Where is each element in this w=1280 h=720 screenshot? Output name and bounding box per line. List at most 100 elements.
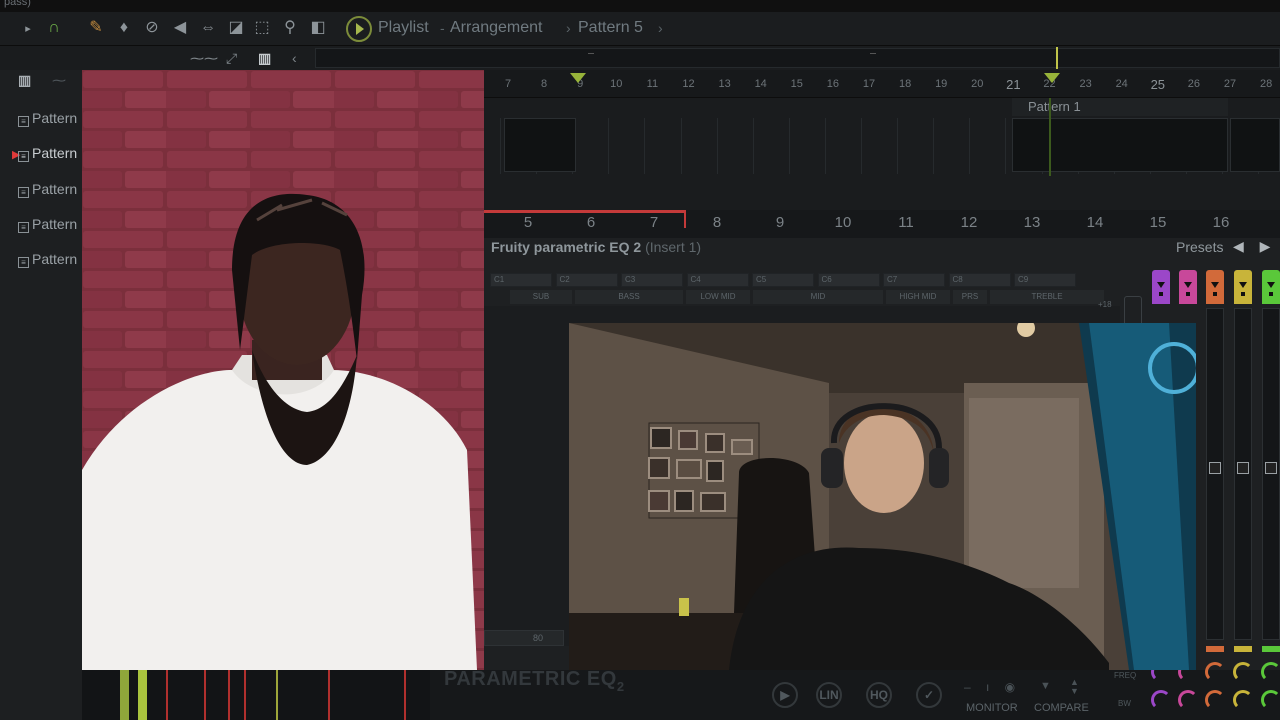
band-type-selector[interactable] (1234, 270, 1252, 304)
playback-icon[interactable]: ◧ (308, 17, 328, 39)
band-header[interactable]: C6 (817, 273, 880, 287)
band-type-selector[interactable] (1206, 270, 1224, 304)
mixer-insert-number[interactable]: 10 (828, 214, 858, 231)
band-type-selector[interactable] (1179, 270, 1197, 304)
slice-icon[interactable]: ◪ (226, 17, 246, 39)
band-header[interactable]: C8 (948, 273, 1011, 287)
bar-number: 25 (1150, 77, 1166, 92)
band-type-selector[interactable] (1262, 270, 1280, 304)
mixer-insert-number[interactable]: 13 (1017, 214, 1047, 231)
band-frequency-knob[interactable] (1261, 662, 1280, 682)
select-icon[interactable]: ⬚ (252, 17, 272, 39)
band-frequency-knob[interactable] (1233, 662, 1253, 682)
pattern-item[interactable]: ≡ Pattern (18, 214, 77, 234)
level-meter (244, 670, 246, 720)
horizontal-scrollbar[interactable] (315, 48, 1280, 68)
mixer-insert-number[interactable]: 1 (1269, 214, 1280, 231)
presets-arrows-icon[interactable]: ◀ ▶ (1233, 238, 1276, 255)
band-header[interactable]: C1 (490, 273, 552, 287)
song-position-marker[interactable] (1056, 47, 1058, 69)
link-icon[interactable]: ⤢ (226, 48, 237, 68)
mixer-insert-number[interactable]: 16 (1206, 214, 1236, 231)
fader-handle[interactable] (1237, 462, 1249, 474)
fader-handle[interactable] (1209, 462, 1221, 474)
arrow-right-icon[interactable]: ▸ (18, 18, 38, 40)
level-meter (120, 670, 129, 720)
pattern-item[interactable]: ≡ Pattern (18, 108, 77, 128)
band-gain-fader[interactable] (1206, 308, 1224, 640)
band-width-knob[interactable] (1178, 690, 1198, 710)
bar-number: 14 (754, 78, 767, 90)
zoom-icon[interactable]: ⚲ (280, 17, 300, 39)
brand-text: PARAMETRIC EQ (444, 668, 617, 690)
mixer-insert-number[interactable]: 14 (1080, 214, 1110, 231)
mixer-insert-number[interactable]: 7 (639, 214, 669, 231)
frequency-range-label: TREBLE (990, 290, 1104, 304)
compare-arrows-icon[interactable]: ▲ ▼ (1070, 678, 1079, 696)
band-width-knob[interactable] (1205, 690, 1225, 710)
pencil-icon[interactable]: ✎ (86, 17, 106, 39)
mixer-insert-number[interactable]: 9 (765, 214, 795, 231)
chevron-right-icon: › (658, 20, 663, 36)
pattern-clip[interactable] (1230, 118, 1280, 172)
magnet-icon[interactable]: ∩ (44, 17, 64, 39)
band-width-knob[interactable] (1151, 690, 1171, 710)
monitor-controls-icon[interactable]: – ı ◉ (964, 680, 1021, 694)
hq-button[interactable]: HQ (866, 682, 892, 708)
album-cover-photo (82, 70, 484, 670)
level-meter (276, 670, 278, 720)
band-header[interactable]: C5 (752, 273, 814, 287)
band-type-selector[interactable] (1152, 270, 1170, 304)
brush-icon[interactable]: ♦ (114, 17, 134, 39)
chevron-left-icon[interactable]: ‹ (292, 48, 297, 68)
band-gain-fader[interactable] (1234, 308, 1252, 640)
breadcrumb-arrangement[interactable]: Arrangement (450, 17, 543, 39)
band-header[interactable]: C4 (686, 273, 749, 287)
pattern-item[interactable]: ≡ Pattern (18, 249, 77, 269)
compare-icon[interactable]: ▼ (1040, 680, 1051, 692)
pattern-label: Pattern (32, 145, 78, 161)
band-gain-fader[interactable] (1262, 308, 1280, 640)
mixer-insert-number[interactable]: 15 (1143, 214, 1173, 231)
playhead[interactable] (1049, 98, 1051, 176)
timeline-ruler[interactable]: 7 8 9 10 11 12 13 14 15 16 17 18 19 20 21 22 23 24 25 26 27 2… (484, 70, 1280, 98)
pattern-item[interactable]: ≡ Pattern (18, 179, 77, 199)
breadcrumb-pattern[interactable]: Pattern 5 (578, 17, 643, 39)
wave-icon[interactable]: ⁓ (52, 72, 66, 89)
delete-icon[interactable]: ⊘ (142, 17, 162, 39)
play-icon[interactable]: ▶ (772, 682, 798, 708)
band-header[interactable]: C9 (1014, 273, 1076, 287)
piano-icon[interactable]: ▥ (258, 48, 271, 68)
breadcrumb-playlist[interactable]: Playlist (378, 17, 429, 39)
mixer-insert-number[interactable]: 12 (954, 214, 984, 231)
wave-icon[interactable]: ⁓⁓ (190, 48, 218, 68)
mixer-insert-number[interactable]: 6 (576, 214, 606, 231)
band-frequency-knob[interactable] (1205, 662, 1225, 682)
mixer-insert-number[interactable]: 11 (891, 214, 921, 231)
band-header[interactable]: C2 (555, 273, 618, 287)
pattern-clip[interactable] (1012, 118, 1228, 172)
mute-icon[interactable]: ◀ (170, 17, 190, 39)
loop-selection[interactable] (484, 210, 686, 213)
fader-handle[interactable] (1265, 462, 1277, 474)
loop-selection-end[interactable] (684, 210, 686, 228)
band-header[interactable]: C3 (621, 273, 683, 287)
band-width-knob[interactable] (1261, 690, 1280, 710)
pattern-item[interactable]: ≡ Pattern (18, 143, 77, 163)
band-width-knob[interactable] (1233, 690, 1253, 710)
presets-button[interactable]: Presets (1176, 239, 1223, 255)
band-header[interactable]: C7 (883, 273, 945, 287)
mixer-insert-number[interactable]: 5 (513, 214, 543, 231)
piano-icon[interactable]: ▥ (18, 72, 31, 89)
band-enable-icon (1241, 292, 1245, 296)
pattern-clip[interactable] (504, 118, 576, 172)
mixer-insert-number[interactable]: 8 (702, 214, 732, 231)
check-icon[interactable]: ✓ (916, 682, 942, 708)
timeline-marker-icon[interactable] (1044, 73, 1060, 83)
pattern-clip-header[interactable]: Pattern 1 (1012, 98, 1228, 116)
lin-button[interactable]: LIN (816, 682, 842, 708)
timeline-marker-icon[interactable] (570, 73, 586, 83)
band-enable-icon (1159, 292, 1163, 296)
slip-icon[interactable]: ⇔ (198, 17, 218, 39)
frequency-value: 80 (533, 633, 544, 643)
